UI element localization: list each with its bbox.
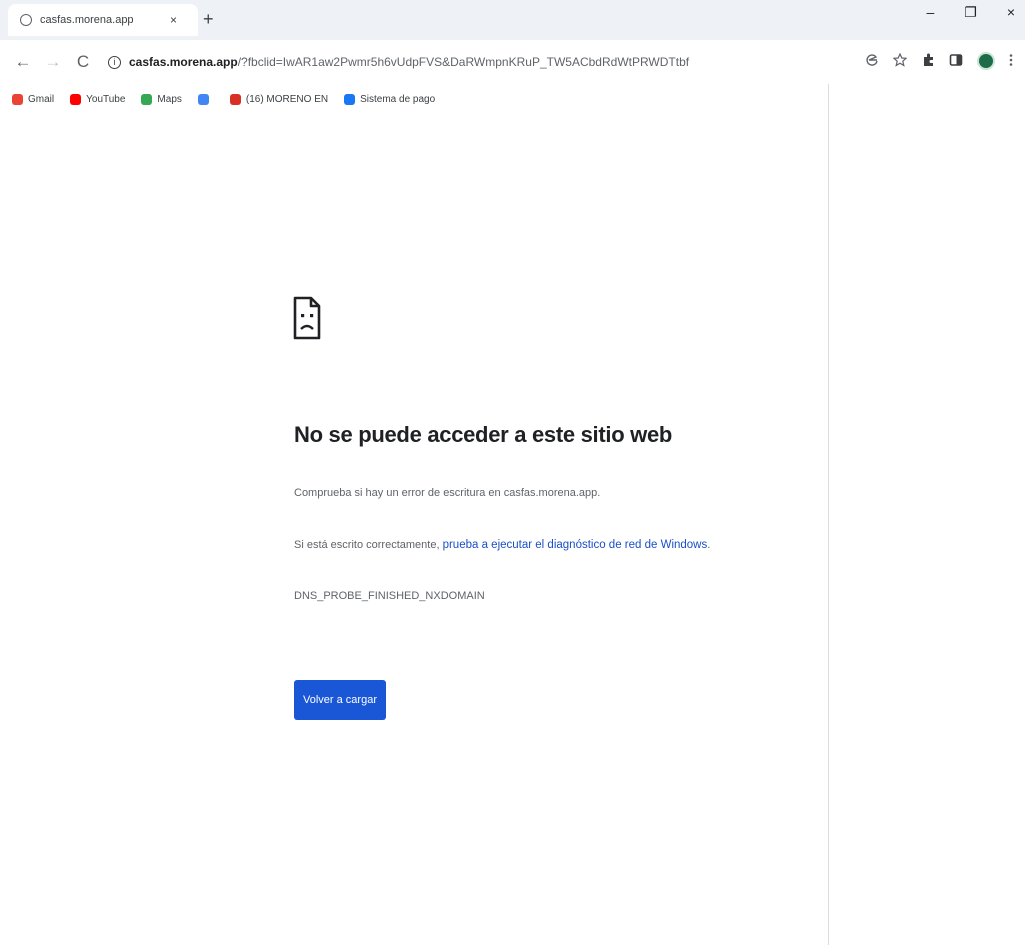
bookmark-icon xyxy=(229,93,241,105)
back-button[interactable]: ← xyxy=(8,52,38,72)
bookmark-item[interactable] xyxy=(197,93,214,105)
globe-icon xyxy=(20,14,32,26)
bookmark-item[interactable]: Gmail xyxy=(12,93,55,105)
address-bar[interactable]: i casfas.morena.app /?fbclid=IwAR1aw2Pwm… xyxy=(104,47,909,77)
extensions-icon[interactable] xyxy=(921,53,935,70)
menu-icon[interactable] xyxy=(1009,53,1013,70)
minimize-button[interactable]: – xyxy=(926,4,934,21)
error-title: No se puede acceder a este sitio web xyxy=(294,422,673,447)
error-suggestion-diagnostics: Si está escrito correctamente, prueba a … xyxy=(294,539,710,551)
error-code: DNS_PROBE_FINISHED_NXDOMAIN xyxy=(294,590,485,602)
window-controls: – ❐ × xyxy=(926,4,1015,21)
meta-icon xyxy=(344,93,356,105)
close-window-button[interactable]: × xyxy=(1007,4,1015,21)
bookmark-item[interactable]: Maps xyxy=(141,93,182,105)
bookmark-item[interactable]: Sistema de pago xyxy=(344,93,436,105)
toolbar-icons xyxy=(865,52,1013,70)
maps-icon xyxy=(141,93,153,105)
diagnostics-prefix: Si está escrito correctamente, xyxy=(294,539,440,551)
youtube-icon xyxy=(70,93,82,105)
url-path: /?fbclid=IwAR1aw2Pwmr5h6vUdpFVS&DaRWmpnK… xyxy=(237,55,690,69)
browser-toolbar: ← → C i casfas.morena.app /?fbclid=IwAR1… xyxy=(0,40,1025,84)
new-tab-button[interactable]: + xyxy=(203,9,214,30)
active-tab[interactable]: casfas.morena.app × xyxy=(8,4,198,36)
gmail-icon xyxy=(12,93,23,105)
bookmark-label: Gmail xyxy=(28,93,55,105)
bookmark-label: YouTube xyxy=(86,93,126,105)
url-host: casfas.morena.app xyxy=(129,55,238,69)
network-diagnostics-link[interactable]: prueba a ejecutar el diagnóstico de red … xyxy=(443,539,708,551)
page-content: No se puede acceder a este sitio web Com… xyxy=(0,114,828,945)
diagnostics-suffix: . xyxy=(707,539,711,551)
side-panel-icon[interactable] xyxy=(949,53,963,70)
bookmark-label: Sistema de pago xyxy=(360,93,436,105)
reload-button[interactable]: Volver a cargar xyxy=(294,680,386,720)
bookmark-label: Maps xyxy=(157,93,182,105)
tab-strip: casfas.morena.app × + – ❐ × xyxy=(0,0,1025,40)
side-panel xyxy=(828,84,1025,945)
maximize-button[interactable]: ❐ xyxy=(964,4,977,21)
star-icon[interactable] xyxy=(892,52,908,70)
folder-icon xyxy=(197,93,209,105)
edge-icon[interactable] xyxy=(865,53,879,70)
error-suggestion-spelling: Comprueba si hay un error de escritura e… xyxy=(294,487,601,499)
site-info-icon[interactable]: i xyxy=(108,55,121,69)
bookmark-label: (16) MORENO EN xyxy=(245,93,329,105)
bookmark-item[interactable]: (16) MORENO EN xyxy=(229,93,329,105)
tab-close-icon[interactable]: × xyxy=(170,13,177,27)
bookmark-item[interactable]: YouTube xyxy=(70,93,126,105)
forward-button[interactable]: → xyxy=(38,52,68,72)
tab-title: casfas.morena.app xyxy=(40,14,134,26)
sad-page-icon xyxy=(292,296,322,345)
profile-avatar[interactable] xyxy=(977,52,995,70)
reload-icon[interactable]: C xyxy=(68,52,98,72)
browser-window: casfas.morena.app × + – ❐ × ← → C i casf… xyxy=(0,0,1025,945)
